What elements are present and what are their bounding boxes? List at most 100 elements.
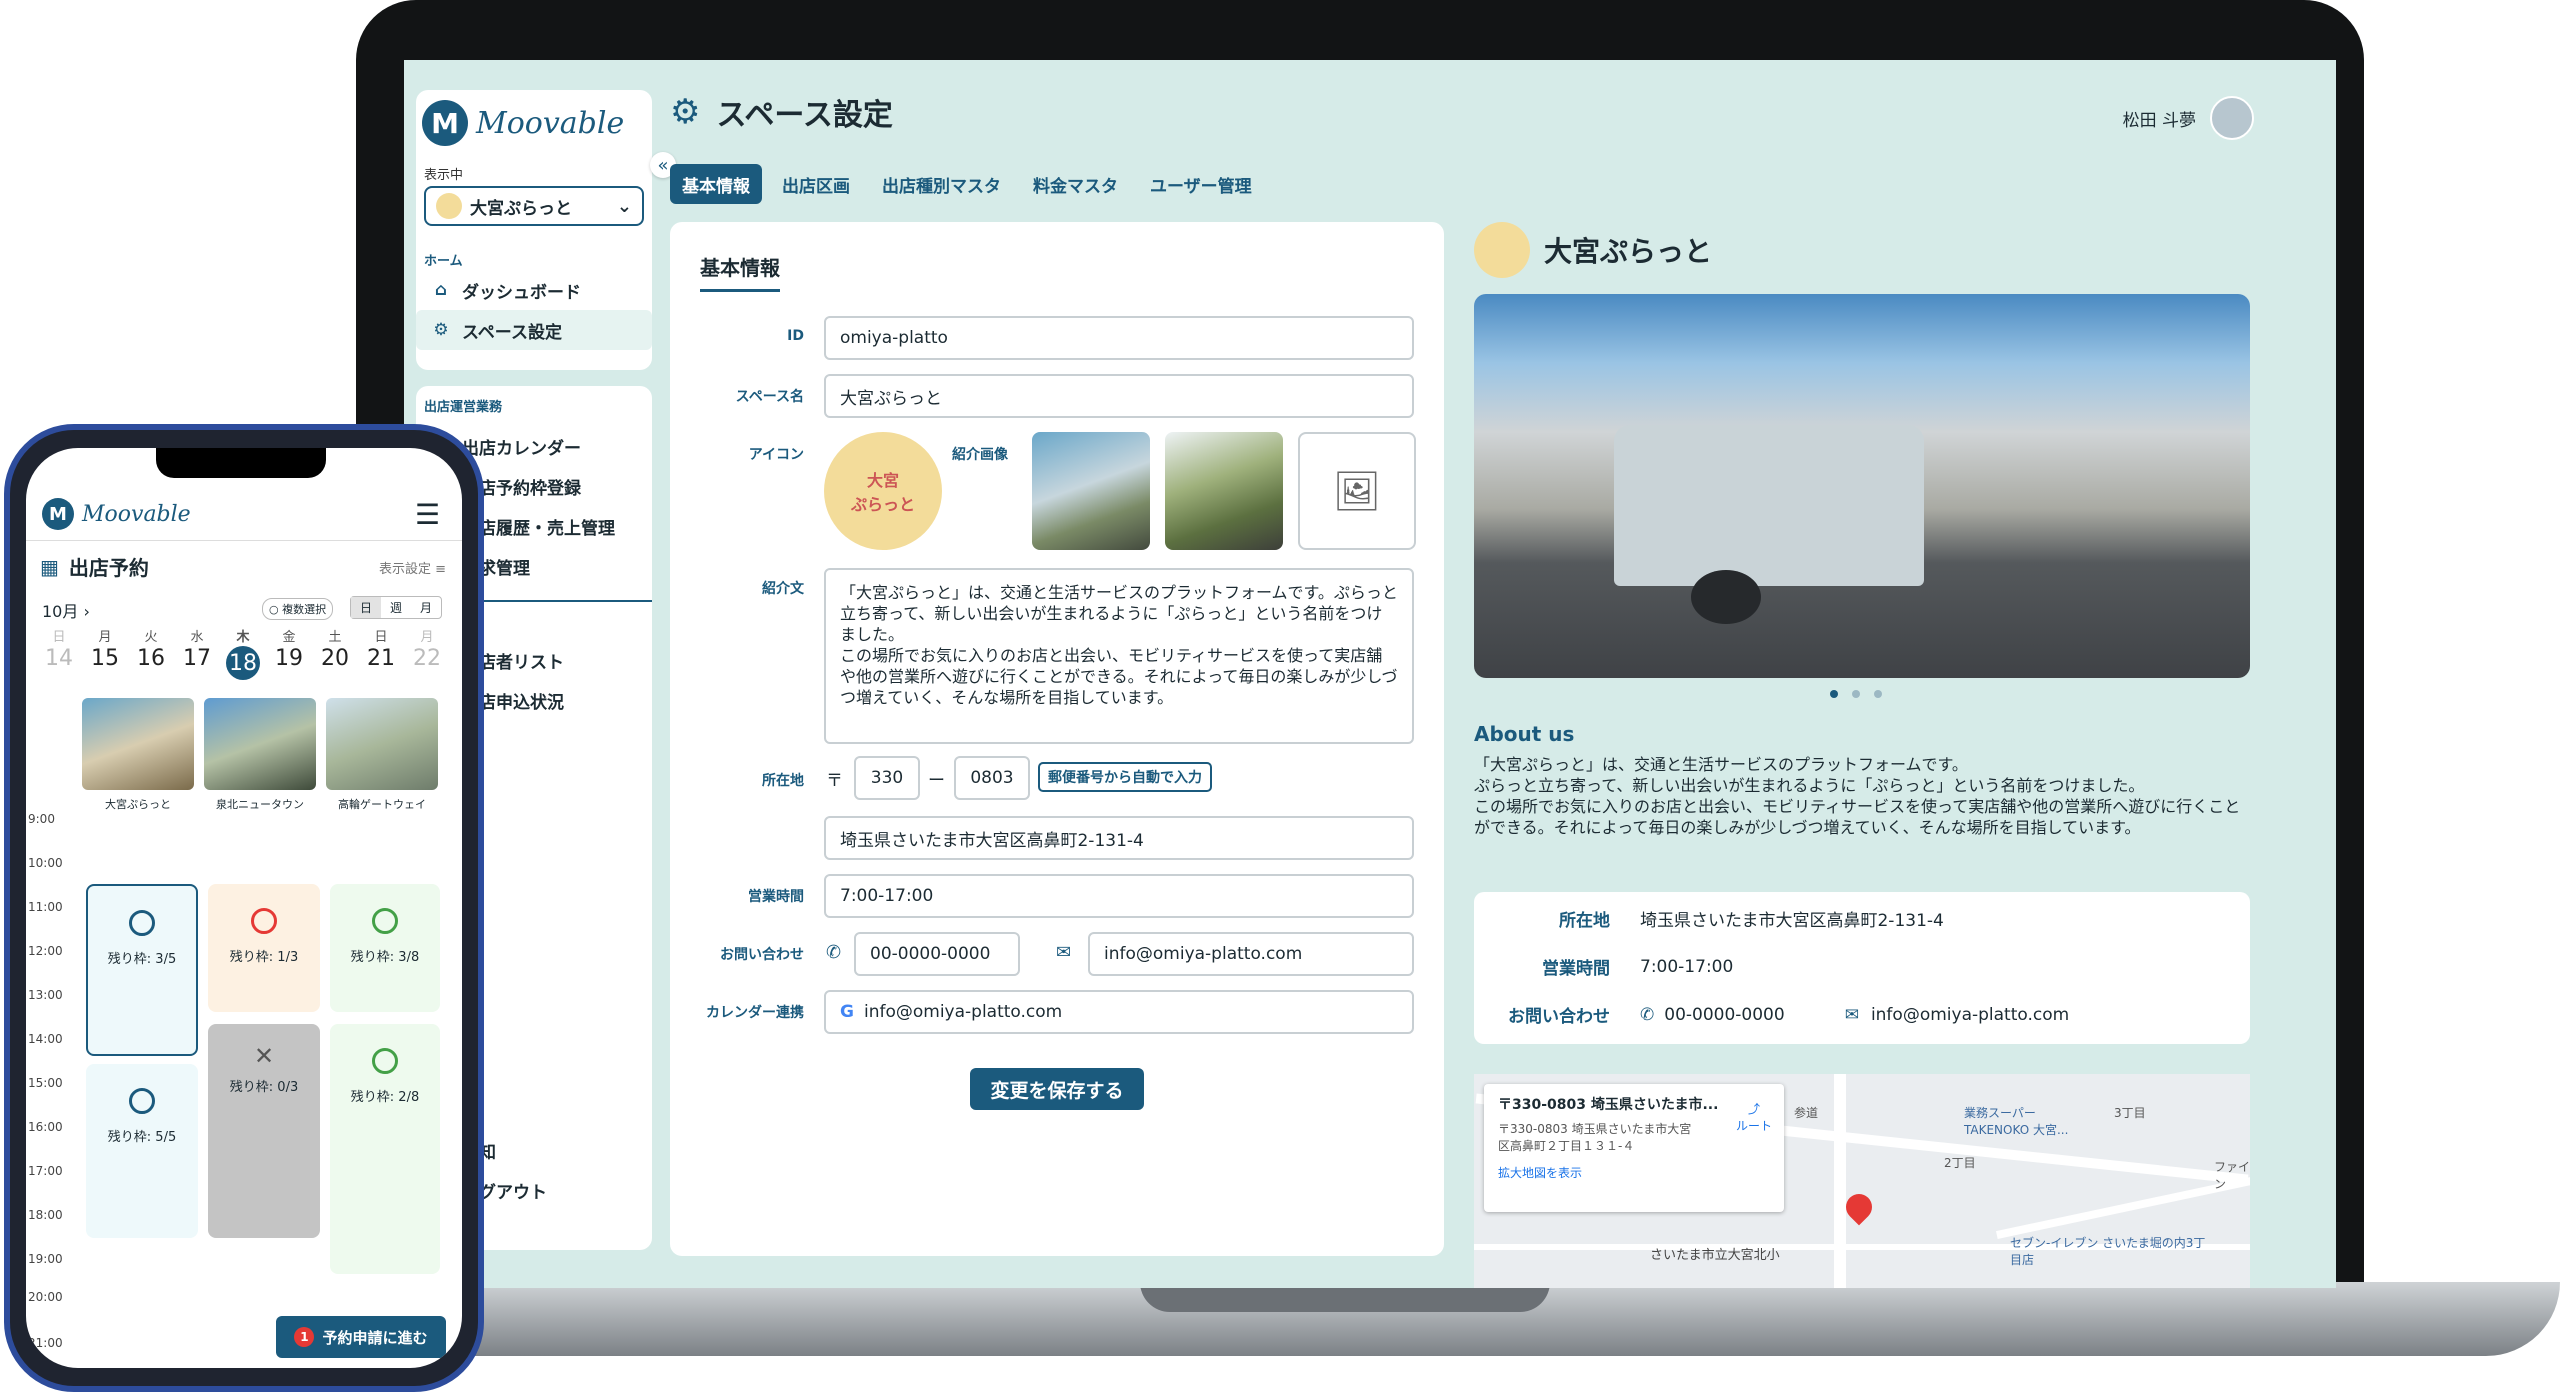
tab-basic-info[interactable]: 基本情報	[670, 164, 762, 204]
info-email-value[interactable]: info@omiya-platto.com	[1871, 1005, 2069, 1025]
id-field[interactable]: omiya-platto	[824, 316, 1414, 360]
description-label: 紹介文	[762, 581, 804, 597]
sidebar-item-space-settings[interactable]: ⚙ スペース設定	[416, 310, 652, 350]
carousel-dot[interactable]	[1874, 690, 1882, 698]
section-operations: 出店運営業務	[424, 400, 503, 415]
booking-slot[interactable]: 残り枠: 2/8	[330, 1024, 440, 1274]
phone-frame: M Moovable ☰ ▦ 出店予約 表示設定 ≡ 10月 › ○ 複数選択 …	[4, 424, 484, 1392]
tab-users[interactable]: ユーザー管理	[1138, 164, 1264, 204]
carousel-dots[interactable]	[1830, 690, 1882, 698]
date[interactable]: 14	[36, 646, 82, 680]
booking-slot[interactable]: 残り枠: 3/5	[86, 884, 198, 1056]
space-photo[interactable]	[204, 698, 316, 790]
space-name-value: 大宮ぷらっと	[840, 388, 942, 409]
space-icon-image[interactable]: 大宮 ぷらっと	[824, 432, 942, 550]
tab-pricing[interactable]: 料金マスタ	[1021, 164, 1130, 204]
view-month[interactable]: 月	[411, 597, 441, 618]
calendar-value: info@omiya-platto.com	[863, 1002, 1063, 1022]
route-icon: ⤴	[1747, 1102, 1760, 1116]
main-content: ⚙ スペース設定 松田 斗夢 基本情報 出店区画 出店種別マスタ 料金マスタ ユ…	[670, 60, 2330, 1288]
wheel-shape	[1691, 570, 1762, 625]
booking-title-text: 出店予約	[68, 556, 149, 580]
calendar-field[interactable]: G info@omiya-platto.com	[824, 990, 1414, 1034]
sidebar-item-label: 出店カレンダー	[462, 438, 581, 459]
phone-value: 00-0000-0000	[870, 944, 991, 964]
sidebar-item-dashboard[interactable]: ⌂ ダッシュボード	[416, 270, 652, 310]
carousel-dot[interactable]	[1852, 690, 1860, 698]
intro-image-1[interactable]	[1032, 432, 1150, 550]
map-enlarge-link[interactable]: 拡大地図を表示	[1498, 1164, 1770, 1181]
booking-slot[interactable]: 残り枠: 5/5	[86, 1064, 198, 1238]
weekday-row: 日 月 火 水 木 金 土 日 月	[36, 626, 450, 645]
save-button-label: 変更を保存する	[990, 1079, 1124, 1102]
preview-photo[interactable]	[1474, 294, 2250, 678]
space-select[interactable]: 大宮ぷらっと ⌄	[424, 186, 644, 226]
info-hours-row: 営業時間 7:00-17:00	[1474, 954, 1734, 980]
map-route-button[interactable]: ⤴ ルート	[1736, 1100, 1772, 1134]
space-photo[interactable]	[326, 698, 438, 790]
brand-name: Moovable	[82, 501, 191, 527]
zip-autofill-label: 郵便番号から自動で入力	[1048, 770, 1202, 786]
time-label: 11:00	[28, 900, 63, 914]
phone-field[interactable]: 00-0000-0000	[854, 932, 1020, 976]
info-address-value: 埼玉県さいたま市大宮区高鼻町2-131-4	[1640, 911, 1944, 931]
save-button[interactable]: 変更を保存する	[970, 1068, 1144, 1110]
slot-label: 残り枠: 2/8	[350, 1090, 420, 1105]
tab-booth-types[interactable]: 出店種別マスタ	[870, 164, 1013, 204]
date[interactable]: 19	[266, 646, 312, 680]
zip2-value: 0803	[970, 768, 1014, 788]
date-selected[interactable]: 18	[220, 646, 266, 680]
user-menu[interactable]: 松田 斗夢	[2123, 96, 2254, 140]
space-select-value: 大宮ぷらっと	[470, 198, 572, 219]
date[interactable]: 22	[404, 646, 450, 680]
address-field[interactable]: 埼玉県さいたま市大宮区高鼻町2-131-4	[824, 816, 1414, 860]
chevron-down-icon: ⌄	[616, 195, 632, 217]
slot-label: 残り枠: 3/8	[350, 950, 420, 965]
zip-autofill-button[interactable]: 郵便番号から自動で入力	[1038, 762, 1212, 792]
intro-image-2[interactable]	[1165, 432, 1283, 550]
hours-field[interactable]: 7:00-17:00	[824, 874, 1414, 918]
info-hours-value: 7:00-17:00	[1640, 956, 1734, 977]
zip1-field[interactable]: 330	[854, 756, 920, 800]
sidebar-item-label: 出店履歴・売上管理	[462, 518, 615, 539]
space-photo[interactable]	[82, 698, 194, 790]
display-settings-button[interactable]: 表示設定 ≡	[379, 558, 446, 577]
multi-select-toggle[interactable]: ○ 複数選択	[262, 598, 334, 620]
date[interactable]: 20	[312, 646, 358, 680]
add-image-button[interactable]: 🖼	[1298, 432, 1416, 550]
email-field[interactable]: info@omiya-platto.com	[1088, 932, 1414, 976]
date[interactable]: 17	[174, 646, 220, 680]
date[interactable]: 15	[82, 646, 128, 680]
date[interactable]: 16	[128, 646, 174, 680]
tab-booths[interactable]: 出店区画	[770, 164, 862, 204]
carousel-dot[interactable]	[1830, 690, 1838, 698]
time-label: 14:00	[28, 1032, 63, 1046]
month-selector[interactable]: 10月 ›	[42, 598, 90, 622]
booking-slot[interactable]: 残り枠: 1/3	[208, 884, 320, 1012]
zip2-field[interactable]: 0803	[954, 756, 1030, 800]
map[interactable]: 〒330-0803 埼玉県さいたま市... 〒330-0803 埼玉県さいたま市…	[1474, 1074, 2250, 1288]
date[interactable]: 21	[358, 646, 404, 680]
space-name-field[interactable]: 大宮ぷらっと	[824, 374, 1414, 418]
space-icon	[436, 193, 462, 219]
map-pin-icon[interactable]	[1840, 1188, 1878, 1226]
phone-icon: ✆	[1640, 1004, 1655, 1025]
time-label: 15:00	[28, 1076, 63, 1090]
about-text: 「大宮ぷらっと」は、交通と生活サービスのプラットフォームです。 ぷらっと立ち寄っ…	[1474, 755, 2241, 837]
view-week[interactable]: 週	[381, 597, 411, 618]
multi-select-label: 複数選択	[282, 603, 327, 616]
info-phone-value[interactable]: 00-0000-0000	[1664, 1005, 1784, 1025]
booking-slot[interactable]: 残り枠: 3/8	[330, 884, 440, 1012]
google-icon: G	[840, 1002, 854, 1022]
about-title: About us	[1474, 722, 1575, 746]
logo-mark-icon: M	[422, 100, 468, 146]
intro-image-label: 紹介画像	[952, 447, 1008, 463]
zip1-value: 330	[870, 768, 904, 788]
form-heading: 基本情報	[700, 252, 780, 292]
map-route-label: ルート	[1735, 1119, 1772, 1133]
view-day[interactable]: 日	[351, 597, 382, 618]
proceed-booking-button[interactable]: 1 予約申請に進む	[276, 1316, 446, 1358]
brand-logo[interactable]: M Moovable	[422, 100, 624, 146]
hamburger-icon[interactable]: ☰	[415, 498, 440, 531]
description-field[interactable]: 「大宮ぷらっと」は、交通と生活サービスのプラットフォームです。ぷらっと立ち寄って…	[824, 568, 1414, 744]
